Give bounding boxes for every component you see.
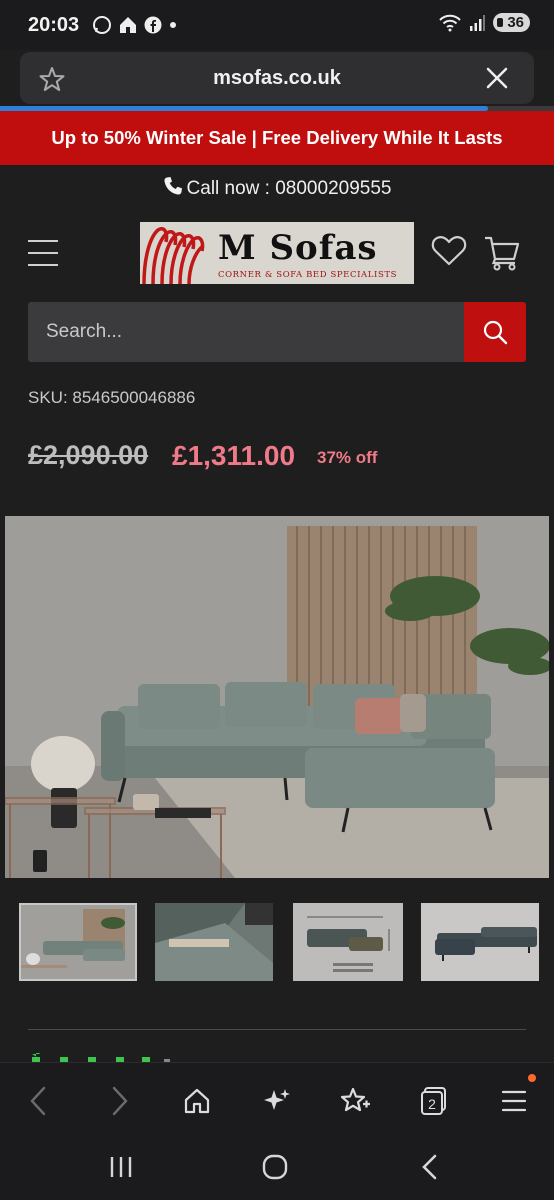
forward-icon[interactable] [100, 1081, 140, 1121]
call-now-link[interactable]: Call now : 08000209555 [0, 176, 554, 200]
logo-text: M Sofas [218, 228, 378, 268]
search-icon [483, 320, 508, 345]
facebook-icon [144, 16, 162, 34]
cart-icon[interactable] [483, 234, 521, 272]
home-app-icon [120, 17, 136, 33]
search-input[interactable] [28, 302, 464, 362]
menu-icon[interactable] [28, 240, 58, 268]
browser-toolbar: 2 [0, 1062, 554, 1137]
discount-badge: 37% off [317, 448, 378, 467]
product-thumbnail-4[interactable] [421, 903, 539, 981]
thumbnail-sofa-side [421, 903, 539, 981]
thumbnail-dimensions [293, 903, 403, 981]
heart-icon[interactable] [431, 235, 467, 267]
notification-icons [92, 15, 178, 35]
system-navigation-bar [0, 1136, 554, 1200]
search-button[interactable] [464, 302, 526, 362]
tabs-icon[interactable]: 2 [414, 1081, 454, 1121]
bookmark-star-icon[interactable] [335, 1081, 375, 1121]
close-icon[interactable] [486, 67, 508, 89]
product-thumbnail-1[interactable] [19, 903, 137, 981]
system-icons: 36 [439, 13, 530, 32]
sale-price: £1,311.00 [172, 440, 296, 471]
dot-icon [170, 22, 176, 28]
promo-banner[interactable]: Up to 50% Winter Sale | Free Delivery Wh… [0, 111, 554, 165]
site-logo[interactable]: M Sofas CORNER & SOFA BED SPECIALISTS [140, 222, 414, 284]
section-divider [28, 1029, 526, 1030]
recent-apps-icon[interactable] [108, 1154, 134, 1180]
call-now-text: Call now : 08000209555 [186, 178, 392, 199]
corner-sofa-photo [5, 516, 549, 878]
home-button-icon[interactable] [261, 1153, 289, 1181]
thumbnail-storage-detail [155, 903, 273, 981]
whatsapp-icon [93, 16, 111, 34]
phone-icon [163, 177, 182, 195]
thumbnail-sofa-room [21, 905, 135, 979]
tab-count: 2 [428, 1096, 436, 1112]
logo-swirl-graphic [140, 222, 214, 284]
back-icon[interactable] [18, 1081, 58, 1121]
wifi-icon [439, 14, 462, 31]
notification-dot [528, 1074, 536, 1082]
logo-tagline: CORNER & SOFA BED SPECIALISTS [218, 270, 398, 280]
original-price: £2,090.00 [28, 440, 149, 470]
battery-indicator: 36 [493, 13, 530, 32]
signal-icon [470, 14, 486, 31]
product-sku: SKU: 8546500046886 [28, 388, 196, 407]
product-main-image[interactable] [5, 516, 549, 878]
sparkle-icon[interactable] [257, 1081, 297, 1121]
product-thumbnail-2[interactable] [155, 903, 273, 981]
status-time: 20:03 [28, 14, 80, 36]
back-button-icon[interactable] [418, 1153, 442, 1181]
address-bar[interactable]: msofas.co.uk [20, 52, 534, 104]
url-text[interactable]: msofas.co.uk [20, 67, 534, 90]
status-bar: 20:03 36 [0, 0, 554, 50]
home-icon[interactable] [177, 1081, 217, 1121]
product-thumbnail-3[interactable] [293, 903, 411, 981]
menu-icon[interactable] [494, 1081, 534, 1121]
